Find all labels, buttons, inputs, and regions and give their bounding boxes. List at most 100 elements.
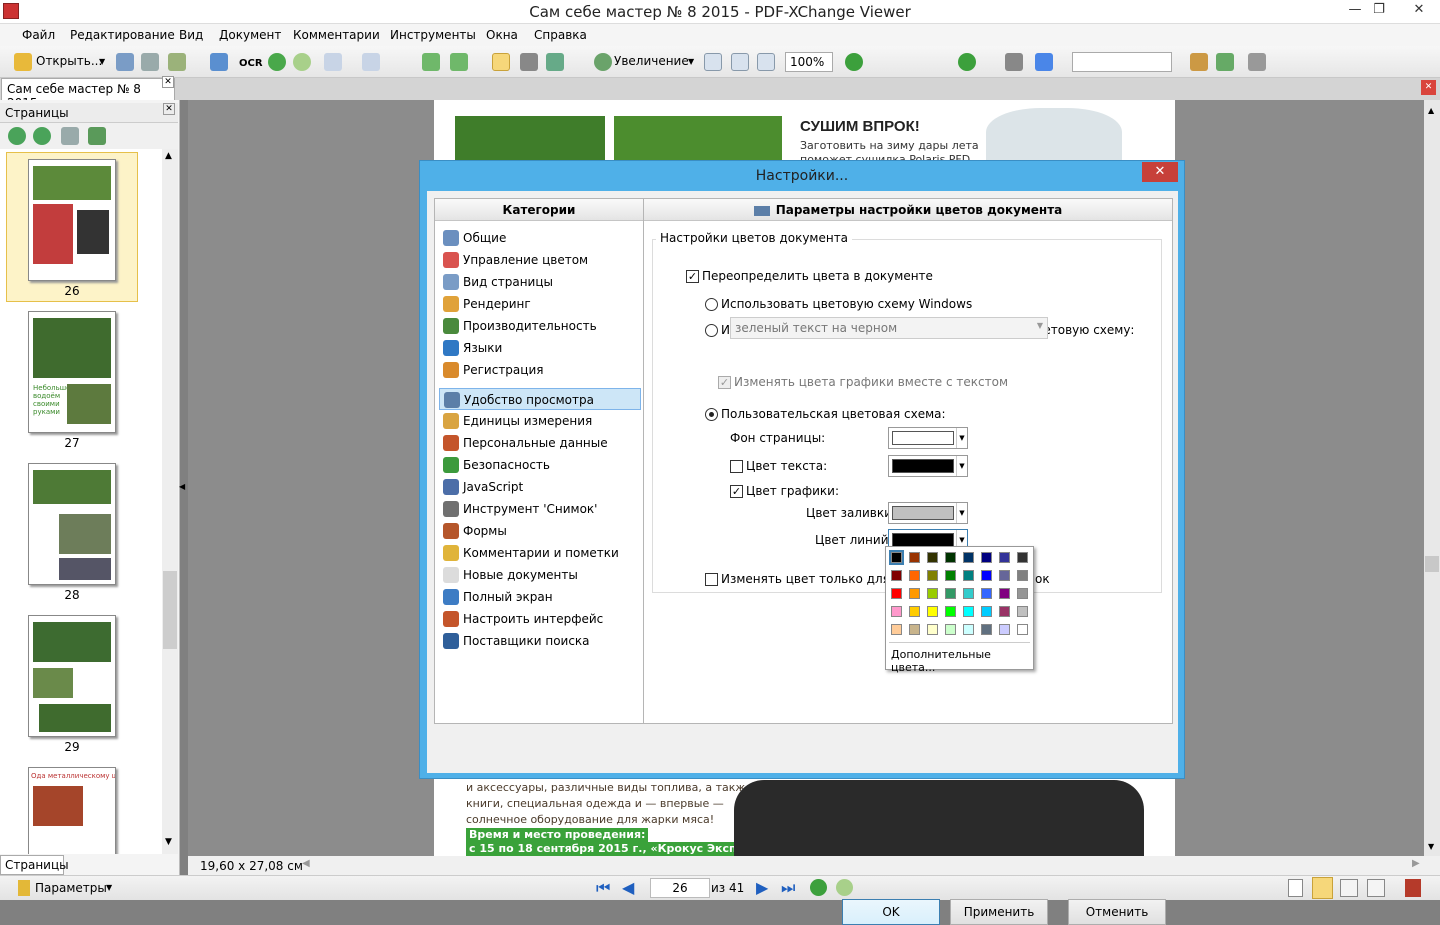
restore-button[interactable]: ❐: [1364, 0, 1394, 22]
category-item[interactable]: JavaScript: [439, 476, 641, 498]
windows-scheme-radio[interactable]: [705, 298, 718, 311]
palette-color-swatch[interactable]: [909, 552, 920, 563]
menu-document[interactable]: Документ: [219, 28, 281, 42]
rotate-left-icon[interactable]: [422, 53, 440, 71]
document-tab[interactable]: Сам себе мастер № 8 2015: [1, 78, 175, 110]
scroll-down-icon[interactable]: ▼: [165, 837, 172, 847]
palette-color-swatch[interactable]: [927, 624, 938, 635]
category-item[interactable]: Персональные данные: [439, 432, 641, 454]
page-thumbnail-29[interactable]: [28, 615, 116, 737]
scheme-select[interactable]: зеленый текст на черном ▼: [730, 317, 1048, 339]
palette-color-swatch[interactable]: [999, 588, 1010, 599]
category-item[interactable]: Комментарии и пометки: [439, 542, 641, 564]
edit-icon[interactable]: [1405, 879, 1421, 897]
panel-collapse-icon[interactable]: ◀: [179, 474, 187, 500]
rotate-right-icon[interactable]: [450, 53, 468, 71]
category-item[interactable]: Регистрация: [439, 359, 641, 381]
palette-color-swatch[interactable]: [945, 570, 956, 581]
palette-color-swatch[interactable]: [1017, 570, 1028, 581]
palette-color-swatch[interactable]: [963, 606, 974, 617]
print-icon[interactable]: [141, 53, 159, 71]
redo-icon[interactable]: [362, 53, 380, 71]
page-thumbnail-26[interactable]: [28, 159, 116, 281]
palette-color-swatch[interactable]: [927, 570, 938, 581]
palette-color-swatch[interactable]: [909, 588, 920, 599]
menu-help[interactable]: Справка: [534, 28, 587, 42]
palette-color-swatch[interactable]: [963, 552, 974, 563]
palette-color-swatch[interactable]: [945, 624, 956, 635]
menu-tools[interactable]: Инструменты: [390, 28, 476, 42]
category-item[interactable]: Единицы измерения: [439, 410, 641, 432]
menu-edit[interactable]: Редактирование: [70, 28, 175, 42]
palette-color-swatch[interactable]: [999, 552, 1010, 563]
email-icon[interactable]: [210, 53, 228, 71]
palette-color-swatch[interactable]: [909, 624, 920, 635]
find-next-icon[interactable]: [1216, 53, 1234, 71]
panel-close-icon[interactable]: ✕: [163, 103, 175, 115]
thumb-print-icon[interactable]: [61, 127, 79, 145]
category-item[interactable]: Настроить интерфейс: [439, 608, 641, 630]
nav-back-icon[interactable]: [810, 879, 827, 896]
override-colors-checkbox[interactable]: ✓: [686, 270, 699, 283]
zoom-tool-label[interactable]: Увеличение: [614, 54, 689, 68]
ok-button[interactable]: OK: [842, 899, 940, 925]
category-item[interactable]: Рендеринг: [439, 293, 641, 315]
palette-color-swatch[interactable]: [891, 606, 902, 617]
category-item[interactable]: Управление цветом: [439, 249, 641, 271]
fit-page-icon[interactable]: [731, 53, 749, 71]
category-item[interactable]: Поставщики поиска: [439, 630, 641, 652]
category-item[interactable]: Вид страницы: [439, 271, 641, 293]
text-color-picker[interactable]: ▼: [888, 455, 968, 477]
hand-tool-icon[interactable]: [492, 53, 510, 71]
palette-color-swatch[interactable]: [963, 570, 974, 581]
palette-color-swatch[interactable]: [981, 588, 992, 599]
snapshot-tool-icon[interactable]: [520, 53, 538, 71]
continuous-facing-icon[interactable]: [1367, 879, 1385, 897]
palette-color-swatch[interactable]: [981, 624, 992, 635]
category-item[interactable]: Новые документы: [439, 564, 641, 586]
palette-color-swatch[interactable]: [945, 588, 956, 599]
palette-color-swatch[interactable]: [1017, 624, 1028, 635]
palette-color-swatch[interactable]: [891, 624, 902, 635]
google-search-icon[interactable]: [1035, 53, 1053, 71]
forward-icon[interactable]: [293, 53, 311, 71]
pages-bottom-tab[interactable]: Страницы: [0, 855, 69, 875]
category-item[interactable]: Полный экран: [439, 586, 641, 608]
save-icon[interactable]: [116, 53, 134, 71]
hscroll-right-icon[interactable]: ▶: [1412, 858, 1420, 869]
palette-color-swatch[interactable]: [963, 588, 974, 599]
fit-width-icon[interactable]: [757, 53, 775, 71]
close-document-icon[interactable]: ✕: [1421, 80, 1436, 95]
palette-color-swatch[interactable]: [981, 552, 992, 563]
scroll-thumb[interactable]: [163, 571, 177, 649]
thumb-zoom-out-icon[interactable]: [33, 127, 51, 145]
palette-color-swatch[interactable]: [981, 570, 992, 581]
palette-color-swatch[interactable]: [963, 624, 974, 635]
single-page-icon[interactable]: [1288, 879, 1303, 897]
zoom-out-icon[interactable]: [845, 53, 863, 71]
palette-color-swatch[interactable]: [909, 570, 920, 581]
continuous-icon[interactable]: [1312, 877, 1333, 899]
search-input[interactable]: [1072, 52, 1172, 72]
palette-color-swatch[interactable]: [999, 570, 1010, 581]
params-button[interactable]: Параметры: [35, 881, 107, 895]
menu-comments[interactable]: Комментарии: [293, 28, 380, 42]
palette-color-swatch[interactable]: [981, 606, 992, 617]
zoom-dropdown-icon[interactable]: ▼: [688, 57, 694, 66]
tab-close-icon[interactable]: ✕: [162, 76, 174, 88]
hscroll-left-icon[interactable]: ◀: [302, 858, 310, 869]
next-page-icon[interactable]: ▶: [756, 878, 768, 897]
open-button-label[interactable]: Открыть...: [36, 54, 102, 68]
back-icon[interactable]: [268, 53, 286, 71]
cancel-button[interactable]: Отменить: [1068, 899, 1166, 925]
palette-color-swatch[interactable]: [1017, 588, 1028, 599]
palette-color-swatch[interactable]: [1017, 606, 1028, 617]
zoom-tool-icon[interactable]: [594, 53, 612, 71]
category-item[interactable]: Общие: [439, 227, 641, 249]
doc-scroll-up-icon[interactable]: ▲: [1428, 106, 1434, 115]
first-page-icon[interactable]: ⏮: [596, 878, 610, 898]
page-thumbnail-28[interactable]: [28, 463, 116, 585]
apply-button[interactable]: Применить: [950, 899, 1048, 925]
menu-windows[interactable]: Окна: [486, 28, 518, 42]
palette-color-swatch[interactable]: [945, 606, 956, 617]
